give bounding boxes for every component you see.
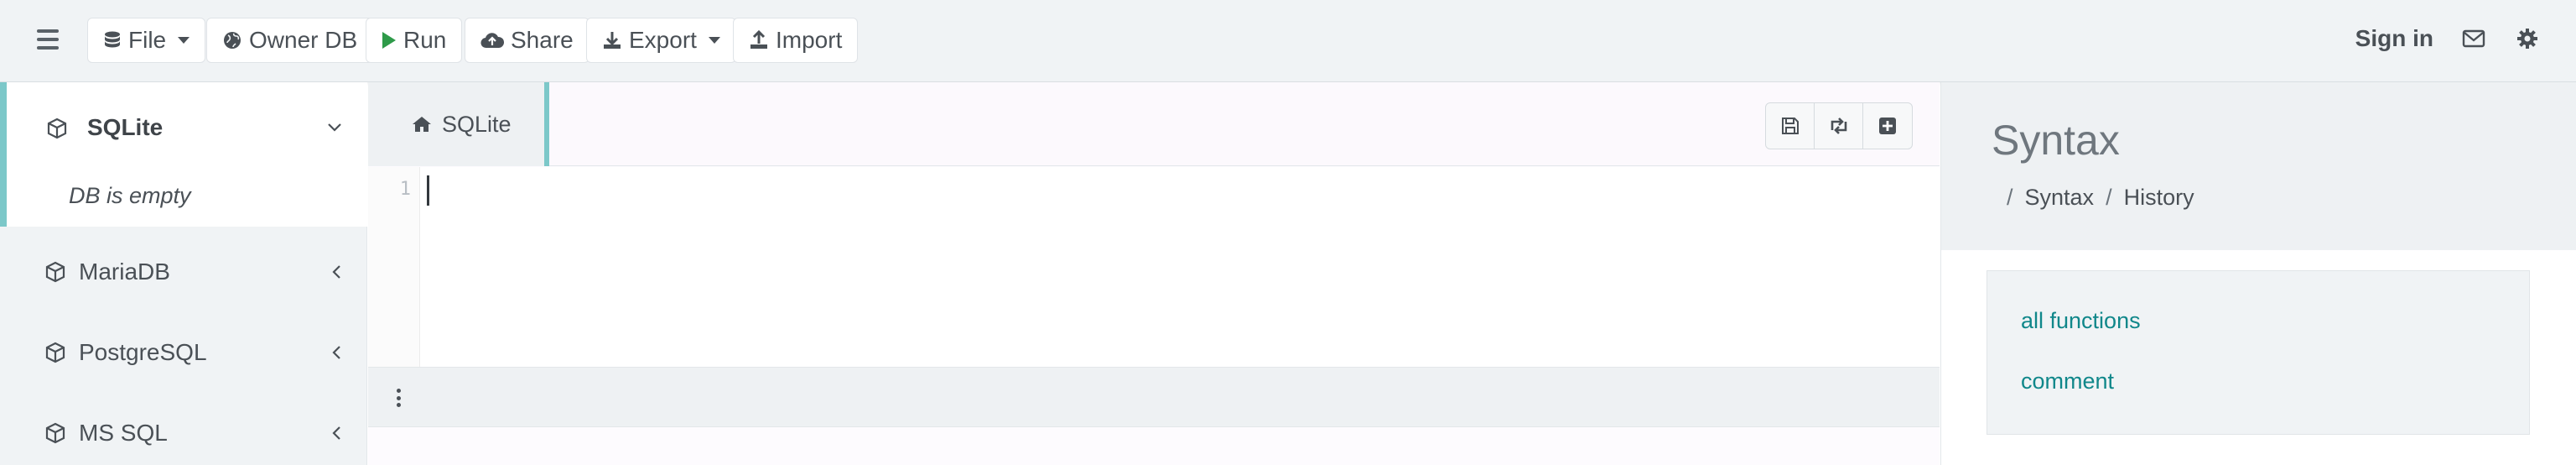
run-label: Run bbox=[403, 27, 447, 53]
text-cursor[interactable] bbox=[427, 175, 429, 206]
syntax-panel: Syntax / Syntax / History all functions … bbox=[1940, 82, 2576, 465]
breadcrumb-history[interactable]: History bbox=[2124, 185, 2194, 211]
sidebar-item-sqlite[interactable]: SQLite DB is empty bbox=[0, 82, 367, 227]
top-navbar: File Owner DB Run Share Export Import Si… bbox=[0, 0, 2576, 82]
plus-square-icon bbox=[1879, 118, 1896, 134]
chevron-down-icon[interactable] bbox=[327, 123, 342, 133]
editor-tab-bar: SQLite bbox=[368, 82, 1940, 166]
sidebar-item-mariadb[interactable]: MariaDB bbox=[0, 232, 367, 312]
save-icon bbox=[1781, 118, 1799, 134]
chevron-left-icon[interactable] bbox=[332, 264, 342, 280]
import-label: Import bbox=[776, 27, 843, 53]
envelope-icon[interactable] bbox=[2462, 29, 2485, 49]
database-icon bbox=[105, 31, 120, 48]
breadcrumb-separator: / bbox=[2106, 185, 2112, 210]
download-icon bbox=[604, 32, 621, 49]
chevron-left-icon[interactable] bbox=[332, 426, 342, 441]
syntax-links-box: all functions comment bbox=[1987, 270, 2530, 435]
retweet-icon bbox=[1831, 118, 1846, 134]
line-number: 1 bbox=[399, 179, 411, 200]
run-button[interactable]: Run bbox=[366, 18, 463, 63]
home-icon bbox=[413, 117, 431, 132]
refresh-button[interactable] bbox=[1815, 103, 1863, 149]
tab-label: SQLite bbox=[442, 111, 512, 137]
save-button[interactable] bbox=[1766, 103, 1815, 149]
share-label: Share bbox=[511, 27, 574, 53]
cube-icon bbox=[47, 118, 67, 139]
tab-sqlite[interactable]: SQLite bbox=[368, 82, 549, 166]
menu-toggle-icon[interactable] bbox=[34, 27, 62, 52]
cube-icon bbox=[45, 342, 65, 363]
more-options-icon[interactable] bbox=[390, 386, 407, 410]
caret-down-icon bbox=[178, 37, 190, 44]
export-menu-button[interactable]: Export bbox=[586, 18, 736, 63]
caret-down-icon bbox=[708, 37, 720, 44]
file-menu-label: File bbox=[128, 27, 167, 53]
db-status-text: DB is empty bbox=[69, 183, 191, 208]
globe-icon bbox=[224, 32, 241, 49]
new-tab-button[interactable] bbox=[1863, 103, 1912, 149]
sidebar-item-label: SQLite bbox=[87, 114, 164, 140]
line-number-gutter: 1 bbox=[368, 167, 420, 367]
breadcrumb: / Syntax / History bbox=[2007, 185, 2194, 211]
database-sidebar: SQLite DB is empty MariaDB PostgreSQL MS… bbox=[0, 82, 367, 465]
sidebar-item-label: MS SQL bbox=[79, 420, 168, 446]
sidebar-item-postgresql[interactable]: PostgreSQL bbox=[0, 312, 367, 393]
breadcrumb-separator: / bbox=[2007, 185, 2013, 210]
play-icon bbox=[382, 32, 396, 49]
sidebar-item-label: PostgreSQL bbox=[79, 339, 207, 365]
all-functions-link[interactable]: all functions bbox=[2021, 308, 2141, 334]
comment-link[interactable]: comment bbox=[2021, 368, 2114, 394]
owner-db-label: Owner DB bbox=[249, 27, 358, 53]
breadcrumb-syntax[interactable]: Syntax bbox=[2025, 185, 2095, 211]
cloud-upload-icon bbox=[480, 33, 504, 49]
file-menu-button[interactable]: File bbox=[87, 18, 206, 63]
cube-icon bbox=[45, 422, 65, 444]
editor-area: SQLite 1 bbox=[368, 82, 1940, 465]
owner-db-button[interactable]: Owner DB bbox=[206, 18, 374, 63]
export-menu-label: Export bbox=[629, 27, 697, 53]
sidebar-item-mssql[interactable]: MS SQL bbox=[0, 393, 367, 465]
share-button[interactable]: Share bbox=[465, 18, 589, 63]
syntax-panel-header: Syntax / Syntax / History bbox=[1941, 82, 2576, 250]
sign-in-link[interactable]: Sign in bbox=[2355, 25, 2433, 52]
result-toolbar bbox=[368, 367, 1940, 427]
sidebar-item-label: MariaDB bbox=[79, 259, 170, 285]
result-output bbox=[368, 427, 1940, 465]
gear-icon[interactable] bbox=[2516, 27, 2539, 50]
upload-icon bbox=[750, 30, 767, 49]
editor-toolbar bbox=[1765, 102, 1913, 149]
cube-icon bbox=[45, 261, 65, 283]
import-button[interactable]: Import bbox=[733, 18, 859, 63]
panel-title: Syntax bbox=[1992, 117, 2120, 164]
chevron-left-icon[interactable] bbox=[332, 345, 342, 360]
sql-editor[interactable]: 1 bbox=[368, 167, 1940, 367]
